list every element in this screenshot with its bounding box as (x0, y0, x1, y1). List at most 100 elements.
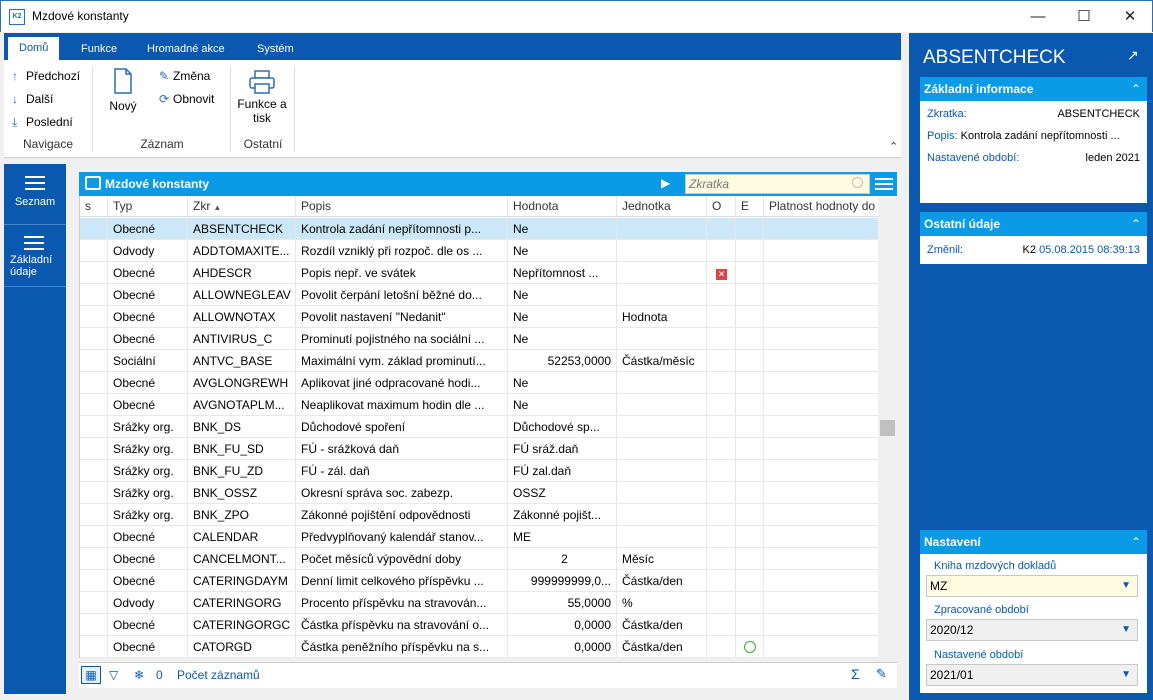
table-row[interactable]: Srážky org. BNK_OSSZ Okresní správa soc. z… (80, 482, 878, 504)
table-cell: ANTIVIRUS_C (188, 328, 296, 350)
table-row[interactable]: Srážky org. BNK_FU_SD FÚ - srážková daň FÚ … (80, 438, 878, 460)
table-cell (707, 438, 736, 460)
table-row[interactable]: Obecné CATERINGDAYM Denní limit celkového … (80, 570, 878, 592)
arrow-down-bar-icon: ⤓ (12, 115, 18, 129)
table-row[interactable]: Odvody ADDTOMAXITE... Rozdíl vzniklý při r… (80, 240, 878, 262)
column-header[interactable]: Platnost hodnoty do (764, 196, 878, 217)
new-button[interactable]: Nový (104, 68, 142, 113)
table-row[interactable]: Obecné CATERINGORGC Částka příspěvku na st… (80, 614, 878, 636)
table-row[interactable]: Obecné CATORGD Částka peněžního příspěvku … (80, 636, 878, 658)
menu-icon[interactable] (875, 178, 893, 193)
table-row[interactable]: Obecné ABSENTCHECK Kontrola zadání nepříto… (80, 218, 878, 240)
snowflake-icon[interactable]: ❄ (134, 668, 144, 682)
table-cell: Obecné (108, 614, 188, 636)
minimize-icon[interactable]: — (1015, 1, 1061, 33)
table-row[interactable]: Sociální ANTVC_BASE Maximální vym. základ … (80, 350, 878, 372)
search-icon[interactable] (852, 177, 863, 188)
tab-domu[interactable]: Domů (8, 37, 60, 60)
table-row[interactable]: Obecné AVGLONGREWH Aplikovat jiné odpracov… (80, 372, 878, 394)
column-header[interactable]: E (736, 196, 764, 217)
dropdown-icon[interactable]: ▼ (1121, 620, 1131, 640)
section-basic: Zkratka: ABSENTCHECK Popis: Kontrola zad… (920, 101, 1147, 203)
chevron-up-icon[interactable]: ⌃ (1131, 212, 1141, 236)
search-input[interactable] (686, 175, 846, 193)
table-row[interactable]: Srážky org. BNK_DS Důchodové spoření Důchod… (80, 416, 878, 438)
set-period-select[interactable]: 2021/01 ▼ (926, 664, 1138, 686)
close-icon[interactable]: ✕ (1107, 1, 1153, 33)
chevron-up-icon[interactable]: ⌃ (1131, 77, 1141, 101)
table-cell (80, 218, 108, 240)
column-header[interactable]: Typ (108, 196, 188, 217)
table-cell: Srážky org. (108, 416, 188, 438)
table-cell (617, 328, 707, 350)
section-header-basic[interactable]: Základní informace ⌃ (920, 77, 1147, 101)
table-cell (764, 240, 878, 262)
collapse-ribbon-icon[interactable]: ⌃ (889, 140, 898, 153)
table-cell: Denní limit celkového příspěvku ... (296, 570, 508, 592)
refresh-button[interactable]: ⟳ Obnovit (159, 92, 214, 106)
last-button[interactable]: ⤓ Poslední (12, 115, 73, 130)
book-view-icon[interactable]: ▦ (81, 666, 101, 684)
table-row[interactable]: Obecné ALLOWNOTAX Povolit nastavení "Nedan… (80, 306, 878, 328)
detail-title: ABSENTCHECK (923, 47, 1066, 68)
book-select[interactable]: MZ ▼ (926, 575, 1138, 597)
dropdown-icon[interactable]: ▼ (1121, 576, 1131, 596)
scrollbar-thumb[interactable] (880, 420, 895, 436)
printer-icon (249, 70, 275, 94)
column-header[interactable]: O (707, 196, 736, 217)
table-cell (80, 570, 108, 592)
table-row[interactable]: Obecné CALENDAR Předvyplňovaný kalendář st… (80, 526, 878, 548)
table-cell (736, 350, 764, 372)
table-row[interactable]: Srážky org. BNK_FU_ZD FÚ - zál. daň FÚ zal.… (80, 460, 878, 482)
zkratka-value: ABSENTCHECK (1057, 108, 1140, 120)
processed-select[interactable]: 2020/12 ▼ (926, 619, 1138, 641)
table-cell: Srážky org. (108, 482, 188, 504)
sum-icon[interactable]: Σ (851, 666, 860, 682)
nav-seznam[interactable]: Seznam (4, 172, 66, 224)
column-header[interactable]: Hodnota (508, 196, 617, 217)
table-cell: Ne (508, 306, 617, 328)
table-cell (736, 416, 764, 438)
tab-funkce[interactable]: Funkce (70, 38, 128, 60)
table-cell (764, 218, 878, 240)
table-cell (764, 460, 878, 482)
table-row[interactable]: Obecné CANCELMONT... Počet měsíců výpovědn… (80, 548, 878, 570)
maximize-icon[interactable]: ☐ (1061, 1, 1107, 33)
tab-system[interactable]: Systém (246, 38, 305, 60)
change-button[interactable]: ✎ Změna (159, 69, 210, 83)
chevron-up-icon[interactable]: ⌃ (1131, 530, 1141, 554)
next-button[interactable]: ↓ Další (12, 92, 53, 106)
table-row[interactable]: Odvody CATERINGORG Procento příspěvku na s… (80, 592, 878, 614)
tab-hromadne-akce[interactable]: Hromadné akce (136, 38, 236, 60)
print-button[interactable]: Funkce a tisk (234, 70, 290, 125)
table-cell: Obecné (108, 328, 188, 350)
dropdown-icon[interactable]: ▼ (1121, 665, 1131, 685)
panel-splitter[interactable] (901, 33, 909, 700)
section-header-other[interactable]: Ostatní údaje ⌃ (920, 212, 1147, 236)
popout-icon[interactable]: ↗ (1127, 47, 1139, 64)
table-row[interactable]: Obecné AVGNOTAPLM... Neaplikovat maximum h… (80, 394, 878, 416)
record-count-label[interactable]: Počet záznamů (177, 668, 260, 682)
column-header[interactable]: Popis (296, 196, 508, 217)
section-header-settings[interactable]: Nastavení ⌃ (920, 530, 1147, 554)
table-row[interactable]: Srážky org. BNK_ZPO Zákonné pojištění odpo… (80, 504, 878, 526)
nav-divider (4, 224, 66, 225)
column-header[interactable]: s (80, 196, 108, 217)
table-cell (736, 482, 764, 504)
group-label-navigace: Navigace (22, 137, 74, 151)
table-row[interactable]: Obecné ANTIVIRUS_C Prominutí pojistného na… (80, 328, 878, 350)
table-cell: ABSENTCHECK (188, 218, 296, 240)
table-row[interactable]: Obecné ALLOWNEGLEAV Povolit čerpání letošn… (80, 284, 878, 306)
group-separator (294, 66, 295, 152)
column-header[interactable]: Zkr ▲ (188, 196, 296, 217)
filter-icon[interactable]: ▽ (109, 668, 118, 682)
filter-count: 0 (156, 668, 163, 682)
prev-button[interactable]: ↑ Předchozí (12, 69, 80, 83)
play-arrow-icon[interactable]: ▶ (661, 176, 670, 190)
column-header[interactable]: Jednotka (617, 196, 707, 217)
nav-zakladni-udaje[interactable]: Základní údaje (4, 232, 66, 288)
edit-icon[interactable]: ✎ (876, 666, 887, 682)
obdobi-value: leden 2021 (1085, 152, 1140, 164)
table-row[interactable]: Obecné AHDESCR Popis nepř. ve svátek Nepřít… (80, 262, 878, 284)
table-cell (764, 416, 878, 438)
